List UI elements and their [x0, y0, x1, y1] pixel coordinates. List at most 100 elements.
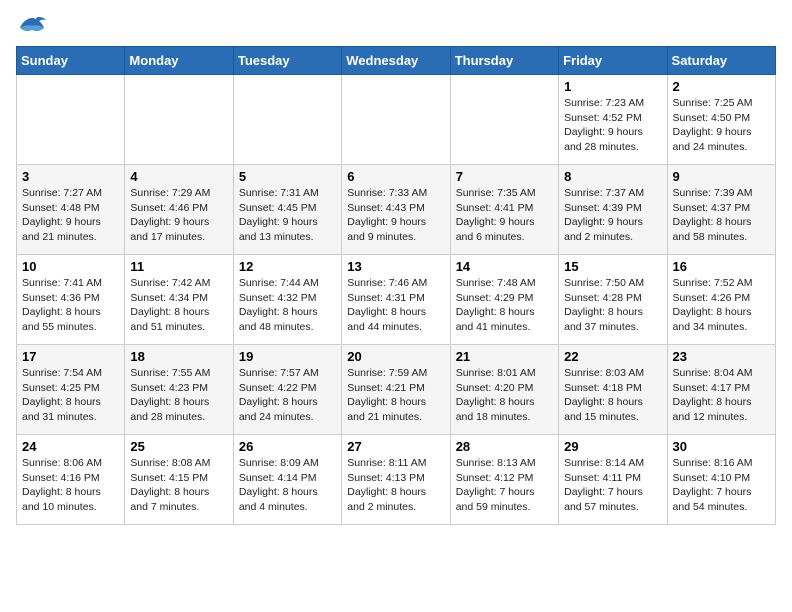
calendar-cell [233, 75, 341, 165]
day-info: Sunrise: 8:03 AM Sunset: 4:18 PM Dayligh… [564, 366, 661, 425]
day-number: 21 [456, 349, 553, 364]
calendar-cell: 11 Sunrise: 7:42 AM Sunset: 4:34 PM Dayli… [125, 255, 233, 345]
day-number: 4 [130, 169, 227, 184]
calendar-cell: 6 Sunrise: 7:33 AM Sunset: 4:43 PM Daylig… [342, 165, 450, 255]
day-number: 24 [22, 439, 119, 454]
day-info: Sunrise: 7:46 AM Sunset: 4:31 PM Dayligh… [347, 276, 444, 335]
calendar-week-row: 10Sunrise: 7:41 AM Sunset: 4:36 PM Dayli… [17, 255, 776, 345]
day-info: Sunrise: 8:14 AM Sunset: 4:11 PM Dayligh… [564, 456, 661, 515]
logo-bird-icon [18, 16, 46, 38]
day-info: Sunrise: 8:13 AM Sunset: 4:12 PM Dayligh… [456, 456, 553, 515]
weekday-header-thursday: Thursday [450, 47, 558, 75]
weekday-header-monday: Monday [125, 47, 233, 75]
day-number: 5 [239, 169, 336, 184]
day-info: Sunrise: 7:27 AM Sunset: 4:48 PM Dayligh… [22, 186, 119, 245]
day-info: Sunrise: 7:57 AM Sunset: 4:22 PM Dayligh… [239, 366, 336, 425]
calendar-week-row: 17 Sunrise: 7:54 AM Sunset: 4:25 PM Dayli… [17, 345, 776, 435]
weekday-header-saturday: Saturday [667, 47, 775, 75]
day-number: 13 [347, 259, 444, 274]
day-info: Sunrise: 7:29 AM Sunset: 4:46 PM Dayligh… [130, 186, 227, 245]
calendar-table: SundayMondayTuesdayWednesdayThursdayFrid… [16, 46, 776, 525]
day-info: Sunrise: 8:06 AM Sunset: 4:16 PM Dayligh… [22, 456, 119, 515]
calendar-cell: 29Sunrise: 8:14 AM Sunset: 4:11 PM Dayli… [559, 435, 667, 525]
day-number: 1 [564, 79, 661, 94]
calendar-cell: 17 Sunrise: 7:54 AM Sunset: 4:25 PM Dayli… [17, 345, 125, 435]
day-number: 19 [239, 349, 336, 364]
day-info: Sunrise: 8:08 AM Sunset: 4:15 PM Dayligh… [130, 456, 227, 515]
calendar-cell: 23 Sunrise: 8:04 AM Sunset: 4:17 PM Dayli… [667, 345, 775, 435]
day-info: Sunrise: 7:25 AM Sunset: 4:50 PM Dayligh… [673, 96, 770, 155]
day-info: Sunrise: 8:01 AM Sunset: 4:20 PM Dayligh… [456, 366, 553, 425]
day-info: Sunrise: 7:41 AM Sunset: 4:36 PM Dayligh… [22, 276, 119, 335]
day-info: Sunrise: 7:52 AM Sunset: 4:26 PM Dayligh… [673, 276, 770, 335]
calendar-cell: 1 Sunrise: 7:23 AM Sunset: 4:52 PM Daylig… [559, 75, 667, 165]
calendar-cell: 14 Sunrise: 7:48 AM Sunset: 4:29 PM Dayli… [450, 255, 558, 345]
day-info: Sunrise: 7:37 AM Sunset: 4:39 PM Dayligh… [564, 186, 661, 245]
day-number: 30 [673, 439, 770, 454]
day-info: Sunrise: 7:39 AM Sunset: 4:37 PM Dayligh… [673, 186, 770, 245]
calendar-cell: 2 Sunrise: 7:25 AM Sunset: 4:50 PM Daylig… [667, 75, 775, 165]
day-number: 6 [347, 169, 444, 184]
calendar-cell: 7 Sunrise: 7:35 AM Sunset: 4:41 PM Daylig… [450, 165, 558, 255]
calendar-cell: 4 Sunrise: 7:29 AM Sunset: 4:46 PM Daylig… [125, 165, 233, 255]
calendar-week-row: 3 Sunrise: 7:27 AM Sunset: 4:48 PM Daylig… [17, 165, 776, 255]
calendar-cell [125, 75, 233, 165]
day-info: Sunrise: 8:04 AM Sunset: 4:17 PM Dayligh… [673, 366, 770, 425]
day-info: Sunrise: 7:55 AM Sunset: 4:23 PM Dayligh… [130, 366, 227, 425]
day-number: 18 [130, 349, 227, 364]
calendar-week-row: 1 Sunrise: 7:23 AM Sunset: 4:52 PM Daylig… [17, 75, 776, 165]
calendar-cell: 8 Sunrise: 7:37 AM Sunset: 4:39 PM Daylig… [559, 165, 667, 255]
day-info: Sunrise: 8:09 AM Sunset: 4:14 PM Dayligh… [239, 456, 336, 515]
calendar-cell: 19 Sunrise: 7:57 AM Sunset: 4:22 PM Dayli… [233, 345, 341, 435]
day-number: 7 [456, 169, 553, 184]
calendar-cell: 25Sunrise: 8:08 AM Sunset: 4:15 PM Dayli… [125, 435, 233, 525]
logo [16, 16, 46, 38]
calendar-cell: 15 Sunrise: 7:50 AM Sunset: 4:28 PM Dayli… [559, 255, 667, 345]
weekday-header-tuesday: Tuesday [233, 47, 341, 75]
day-info: Sunrise: 7:31 AM Sunset: 4:45 PM Dayligh… [239, 186, 336, 245]
day-number: 14 [456, 259, 553, 274]
calendar-cell: 27Sunrise: 8:11 AM Sunset: 4:13 PM Dayli… [342, 435, 450, 525]
day-info: Sunrise: 7:44 AM Sunset: 4:32 PM Dayligh… [239, 276, 336, 335]
calendar-cell: 20 Sunrise: 7:59 AM Sunset: 4:21 PM Dayli… [342, 345, 450, 435]
day-info: Sunrise: 7:35 AM Sunset: 4:41 PM Dayligh… [456, 186, 553, 245]
day-number: 16 [673, 259, 770, 274]
calendar-cell [342, 75, 450, 165]
day-info: Sunrise: 7:42 AM Sunset: 4:34 PM Dayligh… [130, 276, 227, 335]
weekday-header-row: SundayMondayTuesdayWednesdayThursdayFrid… [17, 47, 776, 75]
calendar-cell: 16 Sunrise: 7:52 AM Sunset: 4:26 PM Dayli… [667, 255, 775, 345]
calendar-cell [17, 75, 125, 165]
calendar-cell: 18 Sunrise: 7:55 AM Sunset: 4:23 PM Dayli… [125, 345, 233, 435]
day-number: 3 [22, 169, 119, 184]
day-info: Sunrise: 7:54 AM Sunset: 4:25 PM Dayligh… [22, 366, 119, 425]
calendar-week-row: 24 Sunrise: 8:06 AM Sunset: 4:16 PM Dayli… [17, 435, 776, 525]
calendar-cell: 26Sunrise: 8:09 AM Sunset: 4:14 PM Dayli… [233, 435, 341, 525]
day-number: 12 [239, 259, 336, 274]
day-number: 2 [673, 79, 770, 94]
day-info: Sunrise: 7:48 AM Sunset: 4:29 PM Dayligh… [456, 276, 553, 335]
day-info: Sunrise: 7:23 AM Sunset: 4:52 PM Dayligh… [564, 96, 661, 155]
weekday-header-sunday: Sunday [17, 47, 125, 75]
day-number: 22 [564, 349, 661, 364]
day-number: 17 [22, 349, 119, 364]
day-number: 8 [564, 169, 661, 184]
header-section [16, 16, 776, 38]
weekday-header-friday: Friday [559, 47, 667, 75]
calendar-cell: 10Sunrise: 7:41 AM Sunset: 4:36 PM Dayli… [17, 255, 125, 345]
day-number: 9 [673, 169, 770, 184]
day-info: Sunrise: 7:50 AM Sunset: 4:28 PM Dayligh… [564, 276, 661, 335]
calendar-cell: 22 Sunrise: 8:03 AM Sunset: 4:18 PM Dayli… [559, 345, 667, 435]
calendar-cell: 9 Sunrise: 7:39 AM Sunset: 4:37 PM Daylig… [667, 165, 775, 255]
calendar-cell: 3 Sunrise: 7:27 AM Sunset: 4:48 PM Daylig… [17, 165, 125, 255]
day-number: 27 [347, 439, 444, 454]
day-number: 11 [130, 259, 227, 274]
calendar-cell: 24 Sunrise: 8:06 AM Sunset: 4:16 PM Dayli… [17, 435, 125, 525]
day-number: 15 [564, 259, 661, 274]
calendar-cell: 21 Sunrise: 8:01 AM Sunset: 4:20 PM Dayli… [450, 345, 558, 435]
weekday-header-wednesday: Wednesday [342, 47, 450, 75]
day-number: 23 [673, 349, 770, 364]
day-info: Sunrise: 7:59 AM Sunset: 4:21 PM Dayligh… [347, 366, 444, 425]
day-number: 20 [347, 349, 444, 364]
day-info: Sunrise: 7:33 AM Sunset: 4:43 PM Dayligh… [347, 186, 444, 245]
day-number: 28 [456, 439, 553, 454]
